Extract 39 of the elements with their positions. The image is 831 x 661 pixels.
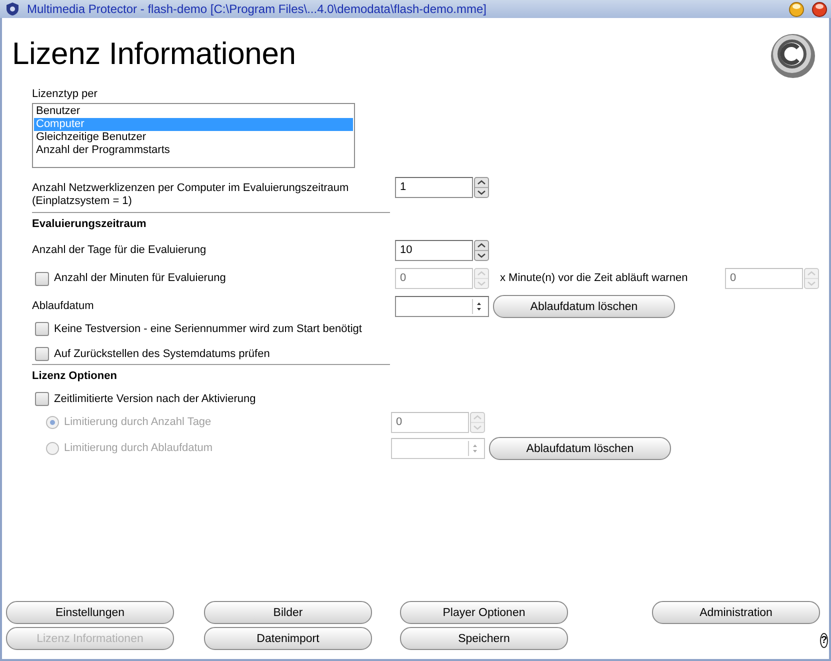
date-dropdown[interactable]	[395, 296, 489, 317]
field-label: Anzahl Netzwerklizenzen per Computer im Evaluierungszeitraum (Einplatzsystem = 1)	[32, 182, 349, 208]
nav-button[interactable]: Einstellungen	[6, 601, 174, 624]
field-label: x Minute(n) vor die Zeit abläuft warnen	[500, 272, 688, 285]
field-label: Ablaufdatum	[32, 300, 94, 313]
clear-date-button[interactable]: Ablaufdatum löschen	[493, 295, 675, 318]
nav-button[interactable]: Player Optionen	[400, 601, 568, 624]
checkbox[interactable]	[35, 322, 49, 336]
nav-button[interactable]: Speichern	[400, 627, 568, 650]
help-icon[interactable]: ?	[820, 633, 828, 648]
nav-button[interactable]: Datenimport	[204, 627, 372, 650]
number-field[interactable]: 1	[395, 177, 473, 198]
field-label: Anzahl der Tage für die Evaluierung	[32, 244, 206, 257]
checkbox-label: Auf Zurückstellen des Systemdatums prüfen	[54, 348, 270, 360]
spin-buttons[interactable]	[474, 177, 489, 198]
radio-label: Limitierung durch Ablaufdatum	[64, 442, 213, 455]
checkbox-label: Keine Testversion - eine Seriennummer wird zum Start benötigt	[54, 322, 362, 336]
list-item[interactable]: Gleichzeitige Benutzer	[34, 131, 353, 144]
page-title: Lizenz Informationen	[12, 36, 296, 72]
license-type-list[interactable]: Benutzer Computer Gleichzeitige Benutzer Anzahl der Programmstarts	[32, 103, 355, 168]
spin-buttons[interactable]	[474, 240, 489, 261]
section-heading: Evaluierungszeitraum	[32, 218, 148, 232]
nav-button[interactable]: Administration	[652, 601, 820, 624]
list-item[interactable]: Anzahl der Programmstarts	[34, 144, 353, 157]
copyright-logo-icon	[769, 32, 817, 80]
checkbox[interactable]	[35, 392, 49, 406]
field-label: Lizenztyp per	[32, 88, 98, 101]
window-title: Multimedia Protector - flash-demo [C:\Program Files\...4.0\demodata\flash-demo.mme]	[27, 2, 488, 16]
nav-button[interactable]: Bilder	[204, 601, 372, 624]
minimize-button[interactable]	[789, 2, 804, 16]
app-icon	[6, 2, 19, 16]
list-item[interactable]: Benutzer	[34, 105, 353, 118]
checkbox[interactable]	[35, 347, 49, 361]
close-button[interactable]	[812, 2, 827, 16]
radio-label: Limitierung durch Anzahl Tage	[64, 416, 212, 429]
number-field[interactable]: 10	[395, 240, 473, 261]
section-heading: Lizenz Optionen	[32, 370, 118, 384]
checkbox-label: Zeitlimitierte Version nach der Aktivierung	[54, 392, 256, 406]
checkbox-label: Anzahl der Minuten für Evaluierung	[54, 272, 226, 285]
